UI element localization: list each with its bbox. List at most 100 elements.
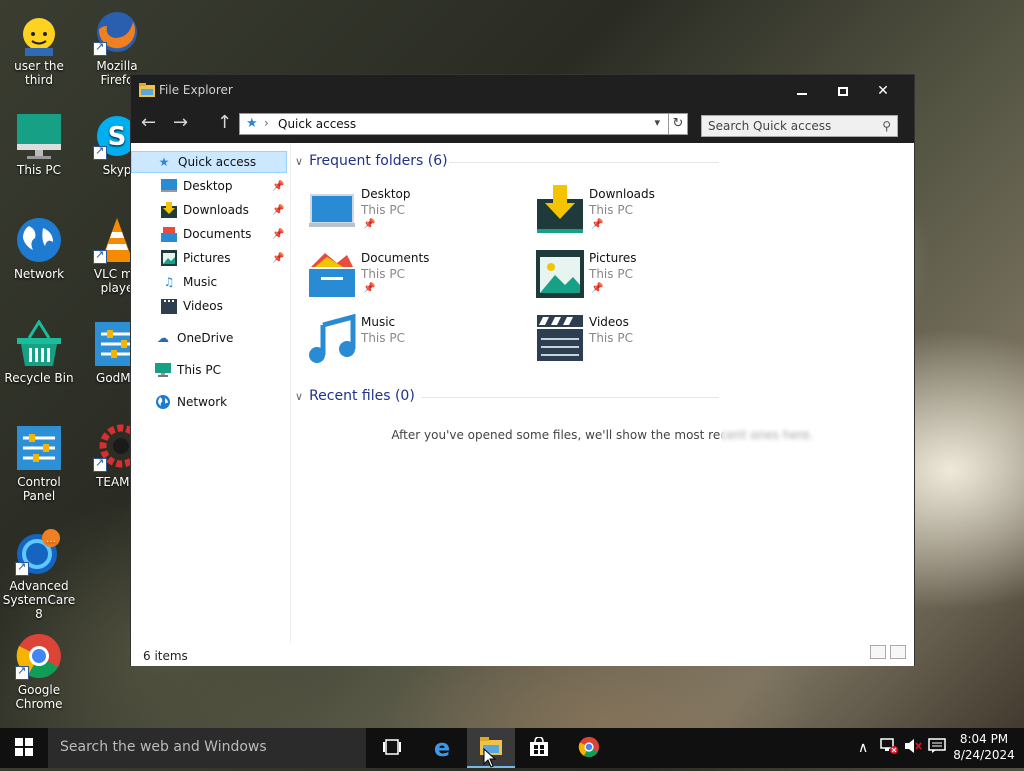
taskbar: Search the web and Windows e ∧ 8:04 PM 8… — [0, 728, 1024, 768]
up-button[interactable]: ↑ — [217, 112, 232, 133]
network-status-button[interactable] — [880, 728, 898, 768]
desktop-icon-recycle-bin[interactable]: Recycle Bin — [0, 319, 78, 385]
back-button[interactable]: ← — [141, 112, 156, 133]
star-icon: ★ — [246, 116, 258, 131]
control-panel-icon — [15, 424, 63, 472]
windows-logo-icon — [15, 737, 33, 759]
folder-tile-documents[interactable]: Documents This PC 📌 — [307, 249, 527, 305]
chrome-icon — [15, 632, 63, 680]
sidebar-item-pictures[interactable]: Pictures — [161, 247, 231, 269]
svg-text:…: … — [46, 534, 56, 545]
desktop-icon-label: This PC — [17, 163, 61, 177]
taskbar-clock[interactable]: 8:04 PM 8/24/2024 — [950, 731, 1018, 763]
folder-location: This PC — [361, 267, 405, 281]
search-input[interactable]: Search Quick access ⚲ — [701, 115, 898, 137]
refresh-button[interactable]: ↻ — [668, 113, 688, 135]
chevron-down-icon: ∨ — [295, 389, 304, 403]
search-placeholder: Search Quick access — [708, 119, 832, 133]
folder-location: This PC — [589, 203, 633, 217]
large-icons-view-button[interactable] — [890, 645, 906, 659]
section-title: Frequent folders (6) — [309, 153, 448, 169]
refresh-icon: ↻ — [672, 116, 684, 131]
documents-folder-icon — [161, 226, 177, 242]
task-view-button[interactable] — [368, 728, 416, 768]
folder-name: Desktop — [361, 187, 411, 201]
minimize-button[interactable] — [780, 77, 824, 105]
section-divider — [421, 397, 719, 398]
desktop-icon-advanced-systemcare[interactable]: … Advanced SystemCare 8 — [0, 528, 78, 621]
folder-location: This PC — [361, 331, 405, 345]
sidebar-item-documents[interactable]: Documents — [161, 223, 251, 245]
sidebar-item-videos[interactable]: Videos — [161, 295, 223, 317]
firefox-icon — [93, 8, 141, 56]
folder-tile-music[interactable]: Music This PC — [307, 313, 527, 369]
address-bar[interactable]: ★ › Quick access ▾ — [239, 113, 687, 135]
pin-icon: 📌 — [272, 181, 285, 192]
address-path: Quick access — [278, 117, 357, 131]
pictures-folder-icon — [535, 249, 585, 299]
title-bar[interactable]: File Explorer ✕ — [131, 75, 914, 107]
show-hidden-icons-button[interactable]: ∧ — [858, 728, 868, 768]
status-item-count: 6 items — [143, 649, 188, 663]
action-center-button[interactable] — [928, 728, 946, 768]
sidebar-item-label: Network — [177, 395, 228, 409]
shortcut-arrow-icon — [93, 248, 107, 264]
section-divider — [449, 162, 719, 163]
sidebar-item-network[interactable]: Network — [155, 391, 227, 413]
sidebar-item-label: Documents — [183, 227, 252, 241]
sidebar-item-downloads[interactable]: Downloads — [161, 199, 249, 221]
sidebar-item-label: This PC — [177, 363, 221, 377]
folder-name: Documents — [361, 251, 430, 265]
view-switcher — [870, 645, 906, 659]
recent-files-header[interactable]: ∨ Recent files (0) — [295, 388, 415, 404]
clock-date: 8/24/2024 — [953, 748, 1015, 762]
folder-name: Music — [361, 315, 396, 329]
music-note-icon — [307, 313, 357, 363]
start-button[interactable] — [0, 728, 48, 768]
sidebar-item-onedrive[interactable]: ☁ OneDrive — [155, 327, 233, 349]
edge-icon: e — [433, 734, 451, 762]
monitor-icon — [155, 362, 171, 378]
maximize-button[interactable] — [821, 77, 865, 105]
taskbar-search-input[interactable]: Search the web and Windows — [48, 728, 366, 768]
close-icon: ✕ — [877, 83, 889, 99]
taskbar-store-button[interactable] — [515, 728, 563, 768]
explorer-content: ★ Quick access Desktop 📌 Downloads 📌 Doc… — [131, 143, 914, 666]
sidebar-item-label: Videos — [183, 299, 223, 313]
details-view-button[interactable] — [870, 645, 886, 659]
downloads-folder-icon — [535, 185, 585, 235]
desktop-icon-this-pc[interactable]: This PC — [0, 112, 78, 177]
folder-name: Videos — [589, 315, 629, 329]
frequent-folders-header[interactable]: ∨ Frequent folders (6) — [295, 153, 448, 169]
navigation-pane: ★ Quick access Desktop 📌 Downloads 📌 Doc… — [131, 143, 291, 643]
sidebar-item-desktop[interactable]: Desktop — [161, 175, 233, 197]
arrow-right-icon: → — [173, 112, 189, 133]
desktop-icon-user[interactable]: user the third — [0, 8, 78, 87]
desktop-icon-network[interactable]: Network — [0, 216, 78, 281]
sidebar-item-music[interactable]: ♫ Music — [161, 271, 218, 293]
close-button[interactable]: ✕ — [861, 77, 905, 105]
taskbar-edge-button[interactable]: e — [418, 728, 466, 768]
maximize-icon — [838, 86, 848, 96]
sidebar-item-label: Pictures — [183, 251, 231, 265]
sidebar-item-quick-access[interactable]: ★ Quick access — [131, 151, 287, 173]
systemcare-icon: … — [15, 528, 63, 576]
desktop-icon-chrome[interactable]: Google Chrome — [0, 632, 78, 711]
chevron-down-icon: ▾ — [654, 116, 660, 129]
pin-icon: 📌 — [591, 219, 604, 230]
sidebar-item-this-pc[interactable]: This PC — [155, 359, 221, 381]
file-explorer-window[interactable]: File Explorer ✕ ← → ↑ ★ › Quick access ▾… — [130, 74, 915, 666]
desktop-folder-icon — [161, 178, 177, 194]
volume-button[interactable] — [904, 728, 922, 768]
navigation-bar: ← → ↑ ★ › Quick access ▾ ↻ Search Quick … — [131, 111, 916, 137]
arrow-left-icon: ← — [141, 112, 157, 133]
search-icon: ⚲ — [882, 119, 891, 133]
desktop-icon-control-panel[interactable]: Control Panel — [0, 424, 78, 503]
taskbar-chrome-button[interactable] — [565, 728, 613, 768]
folder-tile-desktop[interactable]: Desktop This PC 📌 — [307, 185, 527, 241]
network-disconnected-icon — [880, 738, 898, 758]
documents-folder-icon — [307, 249, 357, 299]
forward-button[interactable]: → — [173, 112, 188, 133]
address-dropdown-button[interactable]: ▾ — [654, 116, 660, 129]
cloud-icon: ☁ — [157, 331, 169, 345]
